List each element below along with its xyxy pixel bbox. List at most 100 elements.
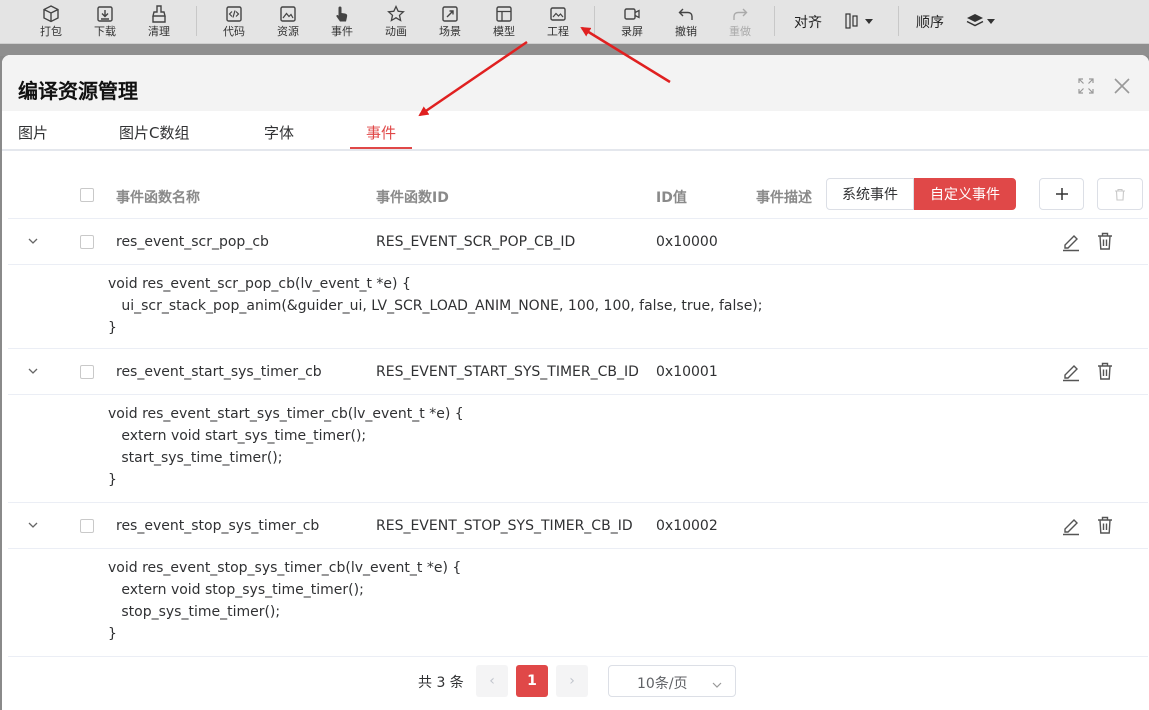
animation-label: 动画 xyxy=(385,25,407,38)
event-id-value: 0x10002 xyxy=(656,518,718,534)
column-header-id: 事件函数ID xyxy=(376,190,449,206)
align-label: 对齐 xyxy=(794,15,822,31)
toolbar-divider xyxy=(594,6,595,36)
row-checkbox[interactable] xyxy=(80,365,94,379)
chevron-down-icon[interactable] xyxy=(26,364,40,378)
code-line: ui_scr_stack_pop_anim(&guider_ui, LV_SCR… xyxy=(108,298,763,314)
code-button[interactable]: 代码 xyxy=(214,4,254,42)
redo-button[interactable]: 重做 xyxy=(720,4,760,42)
column-header-value: ID值 xyxy=(656,190,687,206)
code-line: void res_event_stop_sys_timer_cb(lv_even… xyxy=(108,560,462,576)
code-line: extern void stop_sys_time_timer(); xyxy=(108,582,364,598)
event-function-id: RES_EVENT_START_SYS_TIMER_CB_ID xyxy=(376,364,639,380)
row-checkbox[interactable] xyxy=(80,235,94,249)
align-columns-icon xyxy=(845,13,873,29)
model-icon xyxy=(494,4,514,24)
prev-page-button[interactable]: ‹ xyxy=(476,665,508,697)
dialog-header: 编译资源管理 xyxy=(2,55,1149,111)
code-line: stop_sys_time_timer(); xyxy=(108,604,281,620)
package-button[interactable]: 打包 xyxy=(31,4,71,42)
page-number-button[interactable]: 1 xyxy=(516,665,548,697)
event-button[interactable]: 事件 xyxy=(322,4,362,42)
tab-fonts[interactable]: 字体 xyxy=(264,122,294,143)
row-checkbox[interactable] xyxy=(80,519,94,533)
code-preview: void res_event_scr_pop_cb(lv_event_t *e)… xyxy=(8,265,1148,349)
scene-label: 场景 xyxy=(439,25,461,38)
order-label: 顺序 xyxy=(916,15,944,31)
code-line: start_sys_time_timer(); xyxy=(108,450,283,466)
clean-label: 清理 xyxy=(148,25,170,38)
edit-icon[interactable] xyxy=(1060,360,1082,382)
trash-icon[interactable] xyxy=(1094,360,1116,382)
code-line: void res_event_start_sys_timer_cb(lv_eve… xyxy=(108,406,464,422)
column-header-description: 事件描述 xyxy=(756,190,812,206)
resource-tabs: 图片 图片C数组 字体 事件 xyxy=(2,111,1149,151)
code-preview: void res_event_start_sys_timer_cb(lv_eve… xyxy=(8,395,1148,503)
trash-icon[interactable] xyxy=(1094,514,1116,536)
edit-icon[interactable] xyxy=(1060,514,1082,536)
scene-icon xyxy=(440,4,460,24)
chevron-down-icon[interactable] xyxy=(26,518,40,532)
toolbar-divider xyxy=(774,6,775,36)
table-row[interactable]: res_event_stop_sys_timer_cb RES_EVENT_ST… xyxy=(8,503,1148,549)
project-label: 工程 xyxy=(547,25,569,38)
package-label: 打包 xyxy=(40,25,62,38)
table-row[interactable]: res_event_scr_pop_cb RES_EVENT_SCR_POP_C… xyxy=(8,219,1148,265)
record-label: 录屏 xyxy=(621,25,643,38)
undo-button[interactable]: 撤销 xyxy=(666,4,706,42)
order-dropdown[interactable] xyxy=(966,12,1000,34)
add-event-button[interactable] xyxy=(1039,178,1084,210)
code-line: extern void start_sys_time_timer(); xyxy=(108,428,367,444)
total-count: 共 3 条 xyxy=(418,675,464,691)
resource-button[interactable]: 资源 xyxy=(268,4,308,42)
project-icon xyxy=(548,4,568,24)
main-toolbar: 打包 下载 清理 代码 资源 事件 动画 场景 模型 工程 录屏 撤销 重做 对… xyxy=(0,0,1149,44)
undo-icon xyxy=(676,4,696,24)
system-events-button[interactable]: 系统事件 xyxy=(826,178,914,210)
tab-image-c-array[interactable]: 图片C数组 xyxy=(119,122,189,143)
custom-events-button[interactable]: 自定义事件 xyxy=(914,178,1016,210)
tab-images[interactable]: 图片 xyxy=(18,122,48,143)
code-icon xyxy=(224,4,244,24)
package-icon xyxy=(41,4,61,24)
next-page-button[interactable]: › xyxy=(556,665,588,697)
event-function-id: RES_EVENT_SCR_POP_CB_ID xyxy=(376,234,576,250)
chevron-down-icon[interactable] xyxy=(26,234,40,248)
align-dropdown[interactable] xyxy=(844,12,878,34)
trash-icon[interactable] xyxy=(1094,230,1116,252)
chevron-down-icon xyxy=(711,676,723,688)
code-line: } xyxy=(108,320,117,336)
edit-icon[interactable] xyxy=(1060,230,1082,252)
table-row[interactable]: res_event_start_sys_timer_cb RES_EVENT_S… xyxy=(8,349,1148,395)
model-label: 模型 xyxy=(493,25,515,38)
star-icon xyxy=(386,4,406,24)
layers-icon xyxy=(966,14,995,27)
redo-icon xyxy=(730,4,750,24)
tab-events[interactable]: 事件 xyxy=(366,122,396,143)
toolbar-divider xyxy=(898,6,899,36)
fullscreen-icon[interactable] xyxy=(1077,77,1095,95)
code-line: void res_event_scr_pop_cb(lv_event_t *e)… xyxy=(108,276,411,292)
download-button[interactable]: 下载 xyxy=(85,4,125,42)
scene-button[interactable]: 场景 xyxy=(430,4,470,42)
clean-button[interactable]: 清理 xyxy=(139,4,179,42)
select-all-checkbox[interactable] xyxy=(80,188,94,202)
active-tab-indicator xyxy=(350,147,412,149)
event-function-name: res_event_start_sys_timer_cb xyxy=(116,364,322,380)
event-function-id: RES_EVENT_STOP_SYS_TIMER_CB_ID xyxy=(376,518,633,534)
close-icon[interactable] xyxy=(1113,77,1131,95)
pagination: 共 3 条 ‹ 1 › 10条/页 xyxy=(2,665,1149,697)
event-type-filter: 系统事件 自定义事件 xyxy=(826,178,1016,210)
hand-pointer-icon xyxy=(332,4,352,24)
resource-label: 资源 xyxy=(277,25,299,38)
page-size-select[interactable]: 10条/页 xyxy=(608,665,736,697)
code-line: } xyxy=(108,472,117,488)
image-icon xyxy=(278,4,298,24)
page-size-value: 10条/页 xyxy=(637,676,688,692)
model-button[interactable]: 模型 xyxy=(484,4,524,42)
project-button[interactable]: 工程 xyxy=(538,4,578,42)
batch-delete-button[interactable] xyxy=(1097,178,1143,210)
event-label: 事件 xyxy=(331,25,353,38)
animation-button[interactable]: 动画 xyxy=(376,4,416,42)
record-button[interactable]: 录屏 xyxy=(612,4,652,42)
